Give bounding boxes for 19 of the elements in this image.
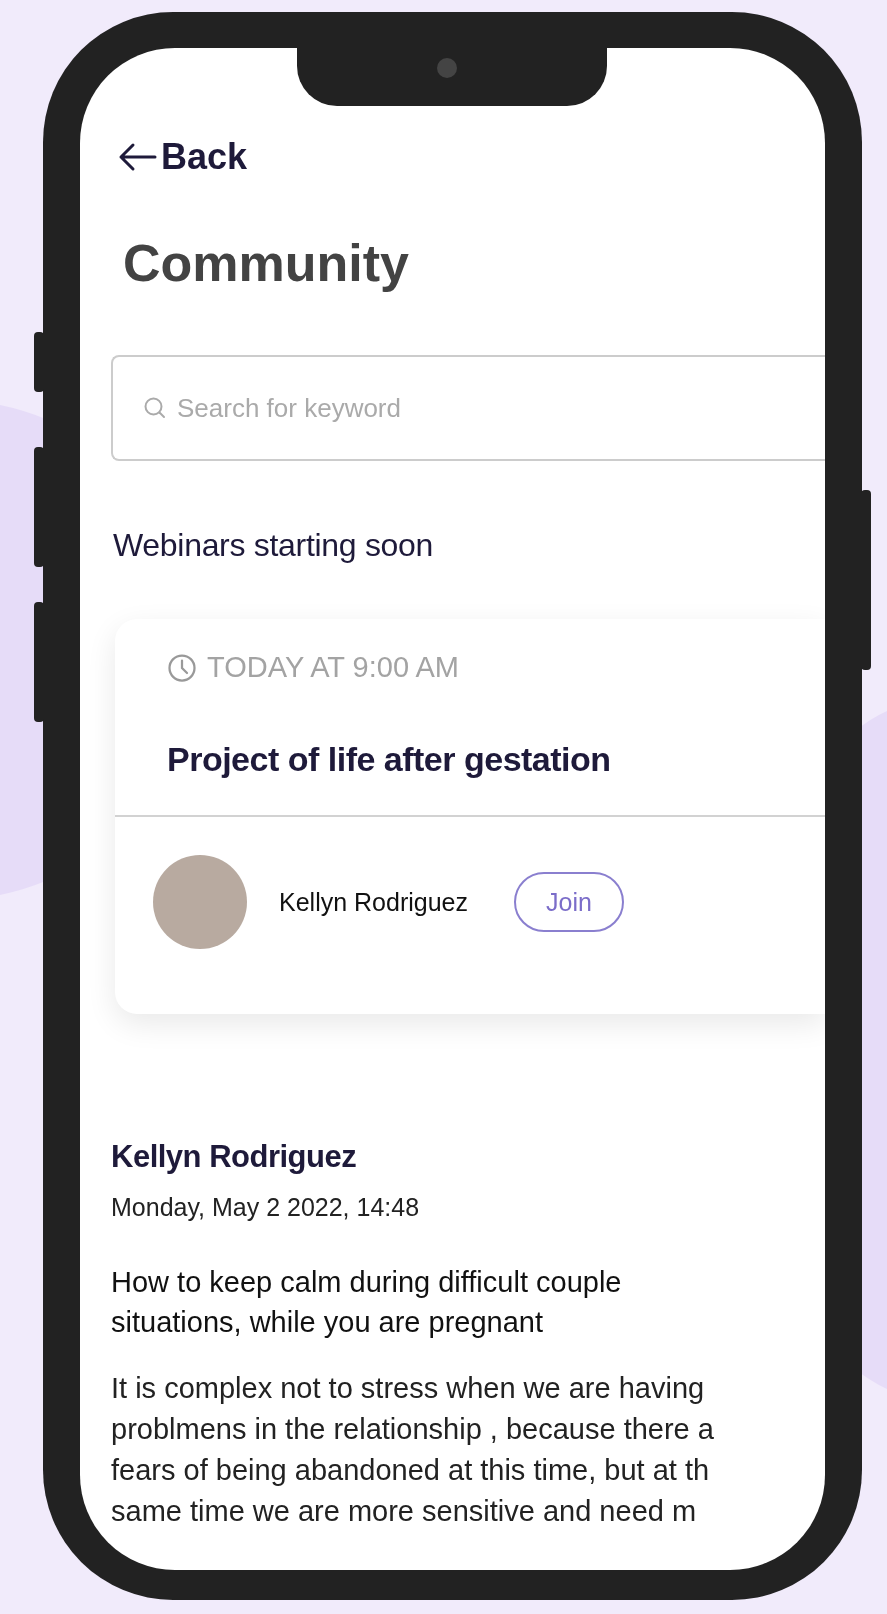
post-date: Monday, May 2 2022, 14:48 xyxy=(111,1193,421,1222)
post-author: Kellyn Rodriguez xyxy=(111,1139,358,1175)
post-text-line: It is complex not to stress when we are having xyxy=(111,1371,706,1406)
host-name: Kellyn Rodriguez xyxy=(279,887,468,917)
search-icon xyxy=(143,396,167,420)
section-heading: Webinars starting soon xyxy=(113,527,435,564)
back-arrow-icon xyxy=(117,142,157,172)
search-placeholder: Search for keyword xyxy=(177,392,401,424)
post-title: How to keep calm during difficult couple situations, while you are pregnant xyxy=(111,1265,623,1340)
post-text-line: problmens in the relationship , because there a xyxy=(111,1412,715,1447)
join-button[interactable]: Join xyxy=(514,872,624,932)
back-link[interactable]: Back xyxy=(117,136,248,178)
post-text-line: same time we are more sensitive and need m xyxy=(111,1494,698,1529)
webinar-title: Project of life after gestation xyxy=(167,740,612,779)
webinar-time: TODAY AT 9:00 AM xyxy=(207,651,459,684)
post-text-line: fears of being abandoned at this time, but at th xyxy=(111,1453,711,1488)
clock-icon xyxy=(167,652,197,683)
search-field[interactable]: Search for keyword xyxy=(111,355,825,461)
page-title: Community xyxy=(123,233,410,293)
